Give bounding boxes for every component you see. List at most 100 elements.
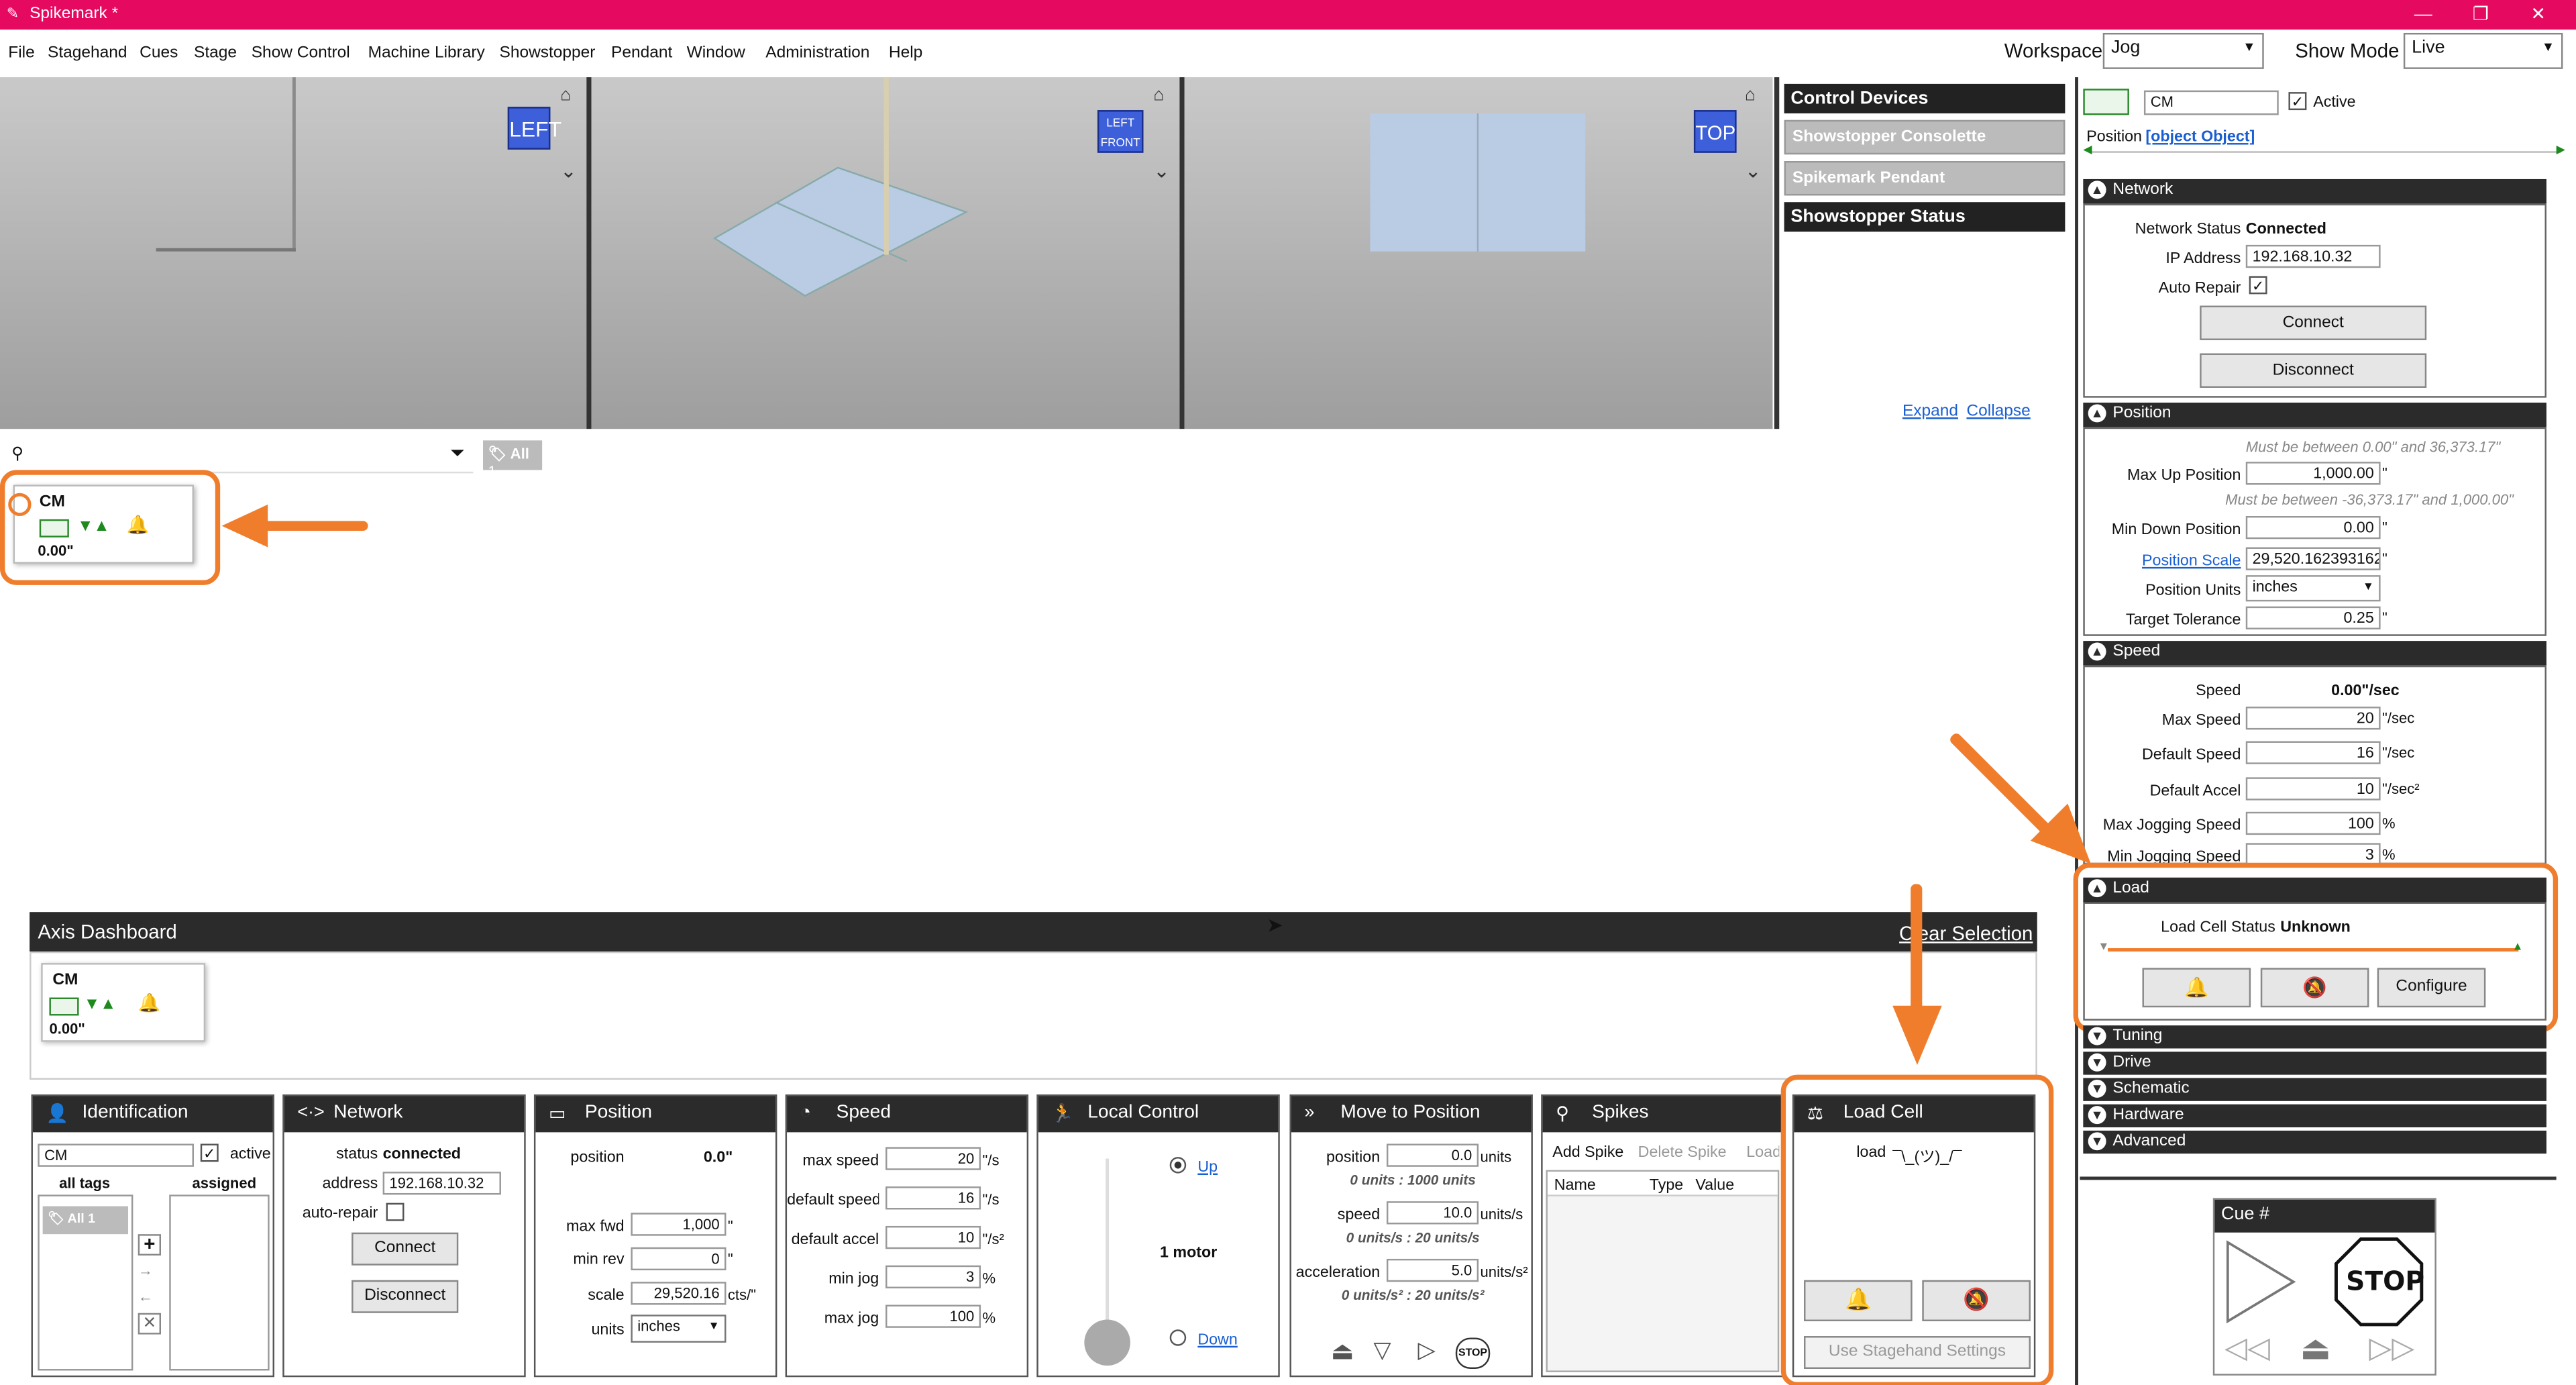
view-cube[interactable]: LEFT FRONT [1097,110,1144,153]
assigned-tags-list[interactable] [169,1194,270,1371]
restore-button[interactable]: ❐ [2456,1,2505,28]
menu-cues[interactable]: Cues [140,44,178,62]
viewport-divider[interactable] [586,77,592,429]
up-radio[interactable] [1169,1157,1187,1174]
network-section-header[interactable]: ▲ Network [2083,178,2546,204]
spikes-table[interactable]: Name Type Value [1546,1170,1780,1372]
load-spike-button[interactable]: Load [1746,1144,1779,1162]
disconnect-button[interactable]: Disconnect [352,1280,459,1313]
menu-file[interactable]: File [8,44,34,62]
advanced-section-header[interactable]: ▼ Advanced [2083,1130,2546,1154]
tag-item[interactable]: 🏷 All 1 [42,1206,129,1235]
next-cue-icon[interactable]: ▷▷ [2369,1331,2414,1366]
position-scale-input[interactable]: 29,520.1623931624 [2245,547,2381,570]
default-speed-input[interactable]: 16 [885,1186,981,1210]
drive-section-header[interactable]: ▼ Drive [2083,1051,2546,1075]
position-slider[interactable] [2090,151,2561,153]
unassign-arrow-icon[interactable]: ← [138,1288,153,1304]
delete-spike-button[interactable]: Delete Spike [1638,1144,1727,1162]
home-icon[interactable]: ⌂ [1745,85,1756,105]
axis-name-input[interactable]: CM [38,1143,194,1167]
up-link[interactable]: Up [1197,1159,1218,1177]
max-jog-input[interactable]: 100 [885,1304,981,1328]
active-checkbox[interactable]: ✓ [200,1143,219,1162]
viewport-left[interactable]: LEFT ⌂ ⌄ [0,77,587,429]
max-speed-input[interactable]: 20 [885,1147,981,1170]
right-axis-name-input[interactable]: CM [2143,90,2279,115]
menu-show-control[interactable]: Show Control [252,44,350,62]
viewport-top[interactable]: TOP ⌂ ⌄ [1184,77,1773,429]
menu-stage[interactable]: Stage [194,44,237,62]
auto-repair-checkbox[interactable] [386,1202,405,1221]
menu-pendant[interactable]: Pendant [611,44,672,62]
address-input[interactable]: 192.168.10.32 [382,1172,501,1195]
position-units-select[interactable]: inches ▼ [2245,575,2381,602]
home-icon[interactable]: ⌂ [560,85,571,105]
view-cube[interactable]: TOP [1693,110,1737,153]
filter-icon[interactable]: ⏷ [450,444,465,465]
down-radio[interactable] [1169,1329,1187,1346]
minimize-button[interactable]: — [2399,1,2448,28]
viewport-perspective[interactable]: LEFT FRONT ⌂ ⌄ [591,77,1180,429]
move-up-icon[interactable]: ⏏ [1331,1336,1354,1366]
position-section-header[interactable]: ▲ Position [2083,403,2546,427]
workspace-select[interactable]: Jog ▼ [2102,32,2264,69]
units-select[interactable]: inches ▼ [631,1315,727,1343]
disconnect-button[interactable]: Disconnect [2200,353,2427,388]
search-input[interactable] [32,440,474,474]
showstopper-consolette-button[interactable]: Showstopper Consolette [1784,119,2065,155]
expand-link[interactable]: Expand [1902,403,1958,421]
menu-stagehand[interactable]: Stagehand [48,44,127,62]
max-fwd-input[interactable]: 1,000 [631,1213,727,1236]
connect-button[interactable]: Connect [352,1232,459,1266]
max-speed-input[interactable]: 20 [2245,707,2381,730]
jog-slider-handle[interactable] [1084,1319,1130,1366]
home-icon[interactable]: ⌂ [1153,85,1164,105]
view-cube[interactable]: LEFT [507,107,561,150]
default-accel-input[interactable]: 10 [2245,777,2381,801]
position-scale-link[interactable]: Position Scale [2085,552,2241,570]
menu-window[interactable]: Window [687,44,745,62]
default-speed-input[interactable]: 16 [2245,741,2381,764]
spikemark-pendant-button[interactable]: Spikemark Pendant [1784,161,2065,196]
down-link[interactable]: Down [1197,1331,1238,1349]
close-button[interactable]: ✕ [2514,1,2563,28]
dashboard-axis-tile[interactable]: CM ▼▲ 🔔 0.00" [41,963,206,1042]
delete-tag-button[interactable]: ✕ [138,1313,162,1335]
menu-help[interactable]: Help [889,44,922,62]
jog-slider-track[interactable] [1106,1158,1110,1337]
right-active-checkbox[interactable]: ✓ [2288,92,2307,111]
stop-button[interactable]: STOP [1455,1337,1491,1370]
tag-filter-all[interactable]: 🏷 All 1 [483,440,543,480]
menu-showstopper[interactable]: Showstopper [499,44,595,62]
move-position-input[interactable]: 0.0 [1386,1143,1479,1167]
ip-input[interactable]: 192.168.10.32 [2245,244,2381,268]
add-tag-button[interactable]: + [138,1234,162,1256]
auto-repair-checkbox[interactable]: ✓ [2249,276,2267,295]
hardware-section-header[interactable]: ▼ Hardware [2083,1104,2546,1128]
default-accel-input[interactable]: 10 [885,1225,981,1249]
min-down-input[interactable]: 0.00 [2245,515,2381,540]
schematic-section-header[interactable]: ▼ Schematic [2083,1078,2546,1101]
go-icon[interactable]: ▷ [1417,1336,1435,1364]
min-jog-input[interactable]: 3 [885,1265,981,1289]
min-rev-input[interactable]: 0 [631,1247,727,1271]
scale-input[interactable]: 29,520.16 [631,1282,727,1305]
target-tolerance-input[interactable]: 0.25 [2245,606,2381,629]
chevron-down-icon[interactable]: ⌄ [1153,160,1170,183]
menu-administration[interactable]: Administration [765,44,869,62]
show-mode-select[interactable]: Live ▼ [2403,32,2563,69]
chevron-down-icon[interactable]: ⌄ [560,160,577,183]
menu-machine-library[interactable]: Machine Library [368,44,485,62]
chevron-down-icon[interactable]: ⌄ [1745,160,1762,183]
go-cue-icon[interactable] [2221,1239,2300,1325]
previous-cue-icon[interactable]: ◁◁ [2224,1331,2270,1366]
assign-arrow-icon[interactable]: → [138,1262,153,1278]
viewport-divider[interactable] [1179,77,1185,429]
eject-icon[interactable]: ⏏ [2300,1328,2331,1369]
move-speed-input[interactable]: 10.0 [1386,1201,1479,1225]
speed-section-header[interactable]: ▲ Speed [2083,641,2546,666]
tuning-section-header[interactable]: ▼ Tuning [2083,1025,2546,1049]
max-jogging-speed-input[interactable]: 100 [2245,811,2381,835]
max-up-input[interactable]: 1,000.00 [2245,462,2381,485]
